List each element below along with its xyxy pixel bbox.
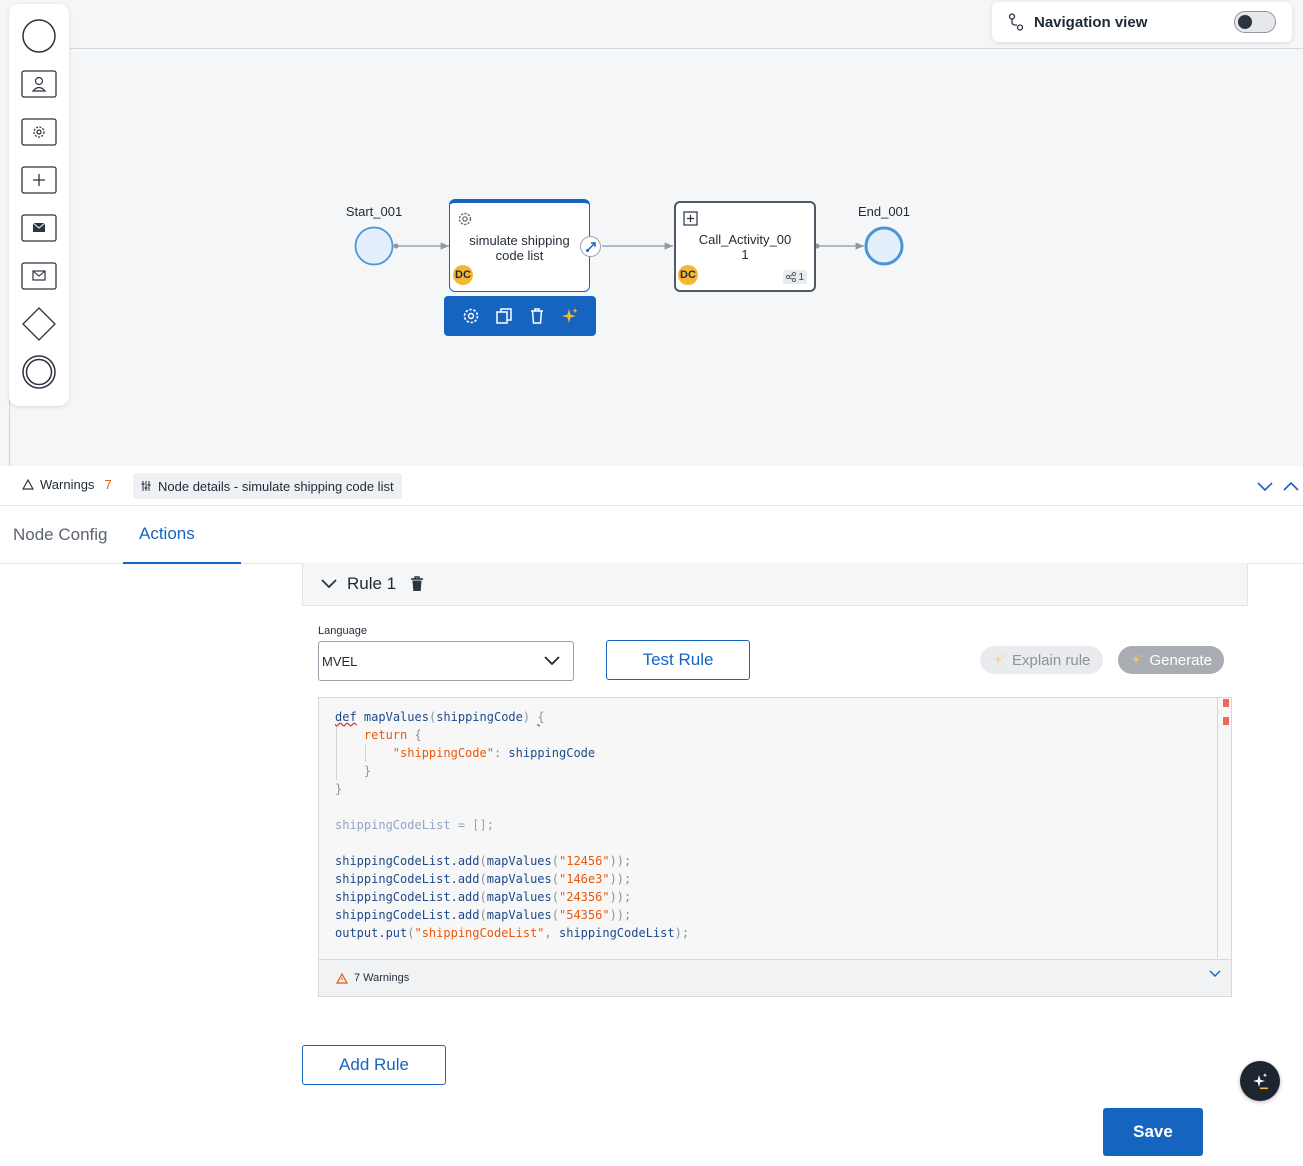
sparkle-icon (993, 654, 1005, 664)
node-context-toolbar (444, 296, 596, 336)
end-event-node[interactable] (864, 226, 904, 266)
node-settings-button[interactable] (459, 304, 483, 328)
warnings-tab[interactable]: Warnings 7 (22, 477, 112, 492)
editor-scrollbar[interactable] (1217, 698, 1218, 958)
add-rule-button[interactable]: Add Rule (302, 1045, 446, 1085)
chevron-down-icon (544, 656, 560, 666)
editor-warnings-bar[interactable]: 7 Warnings (319, 959, 1231, 996)
trash-icon (530, 308, 543, 324)
delete-rule-button[interactable] (410, 576, 424, 592)
ai-assistant-button[interactable] (1240, 1061, 1280, 1101)
generate-button[interactable]: Generate (1118, 646, 1224, 674)
test-rule-button[interactable]: Test Rule (606, 640, 750, 680)
assignee-avatar: DC (678, 265, 698, 285)
tab-node-config[interactable]: Node Config (0, 506, 121, 564)
connector-arrow-icon (585, 241, 596, 252)
service-task-title: simulate shipping code list (469, 233, 570, 263)
call-activity-title: Call_Activity_001 (698, 232, 792, 262)
node-tabs: Node Config Actions (0, 506, 1303, 564)
linked-process-badge: 1 (783, 270, 807, 284)
trash-icon (411, 576, 424, 591)
assignee-avatar: DC (453, 265, 473, 285)
sliders-icon (141, 481, 151, 491)
chevron-down-icon (321, 579, 337, 589)
bottom-panel-bar: Warnings 7 Node details - simulate shipp… (0, 466, 1303, 506)
warnings-tab-label: Warnings (40, 477, 95, 492)
gear-icon (458, 212, 472, 226)
language-value: MVEL (322, 653, 358, 669)
language-label: Language (318, 625, 367, 637)
sparkle-icon (1253, 1073, 1268, 1090)
rule-title: Rule 1 (347, 574, 397, 593)
explain-rule-label: Explain rule (1012, 651, 1091, 669)
rule-collapse-toggle[interactable] (321, 579, 337, 589)
code-content[interactable]: def mapValues(shippingCode) { return { "… (335, 708, 689, 942)
warning-icon (22, 479, 34, 490)
code-editor[interactable]: def mapValues(shippingCode) { return { "… (318, 697, 1232, 997)
error-marker[interactable] (1223, 717, 1229, 725)
gear-icon (463, 308, 478, 324)
linked-process-count: 1 (798, 271, 804, 283)
explain-rule-button[interactable]: Explain rule (980, 646, 1103, 674)
rule-header[interactable]: Rule 1 (302, 563, 1248, 606)
connect-handle[interactable] (580, 236, 601, 257)
plus-box-icon (683, 211, 698, 226)
sparkle-icon (561, 308, 578, 323)
save-button[interactable]: Save (1103, 1108, 1203, 1156)
service-task-node[interactable]: simulate shipping code list DC (449, 199, 590, 292)
generate-label: Generate (1149, 651, 1212, 669)
copy-icon (495, 308, 512, 324)
warnings-count: 7 (104, 477, 112, 492)
duplicate-node-button[interactable] (492, 304, 516, 328)
start-event-label: Start_001 (345, 204, 403, 219)
sequence-flows (354, 226, 904, 266)
sparkle-icon (1131, 654, 1143, 664)
process-canvas[interactable]: Navigation view Start_001 End_001 simula… (0, 0, 1303, 466)
ai-assist-button[interactable] (558, 304, 582, 328)
warning-icon (336, 972, 348, 984)
language-select[interactable]: MVEL (318, 641, 574, 681)
expand-panel-button[interactable] (1282, 477, 1300, 495)
chevron-down-icon[interactable] (1209, 970, 1221, 978)
end-event-label: End_001 (857, 204, 911, 219)
node-details-tab[interactable]: Node details - simulate shipping code li… (133, 473, 402, 499)
call-activity-node[interactable]: Call_Activity_001 DC 1 (674, 201, 816, 292)
tab-actions[interactable]: Actions (123, 506, 241, 564)
share-icon (786, 272, 797, 282)
start-event-node[interactable] (354, 226, 394, 266)
error-marker[interactable] (1223, 699, 1229, 707)
collapse-panel-button[interactable] (1256, 477, 1274, 495)
editor-warnings-label: 7 Warnings (354, 972, 410, 984)
delete-node-button[interactable] (525, 304, 549, 328)
node-details-label: Node details - simulate shipping code li… (158, 478, 394, 494)
